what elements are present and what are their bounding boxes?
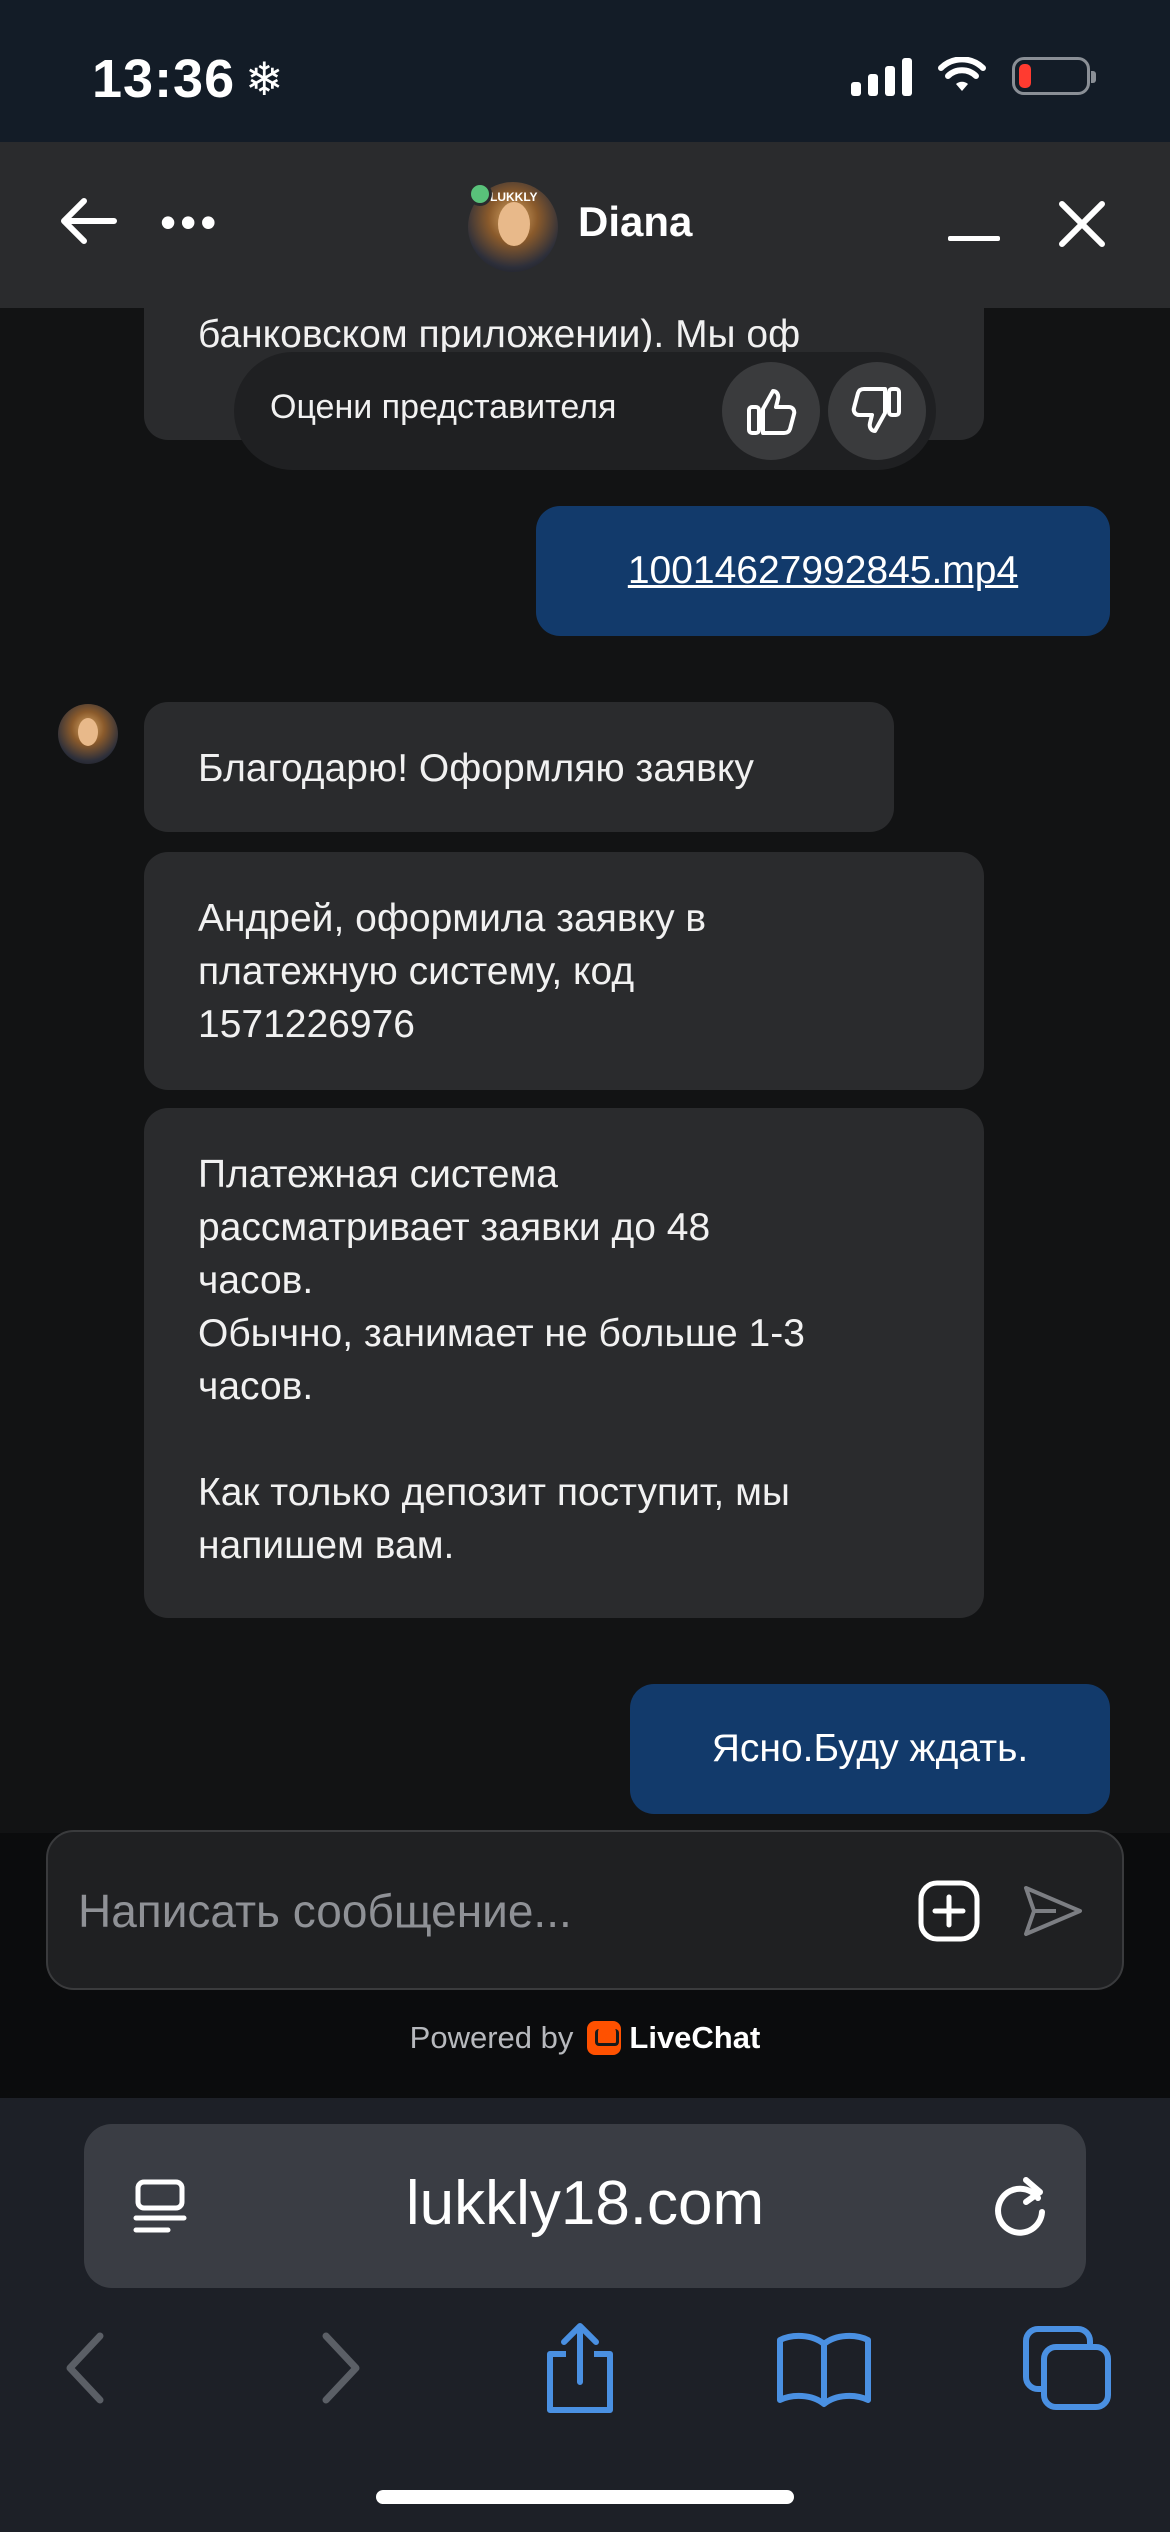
battery-icon	[1012, 57, 1096, 95]
avatar-tag: LUKKLY	[490, 190, 538, 204]
message-line: рассматривает заявки до 48	[198, 1206, 711, 1249]
file-link[interactable]: 10014627992845.mp4	[628, 549, 1018, 592]
tabs-icon	[1023, 2326, 1111, 2410]
cellular-signal-icon	[851, 56, 912, 96]
message-line: часов.	[198, 1259, 314, 1302]
message-composer	[46, 1830, 1124, 1990]
message-text: Благодарю! Оформляю заявку	[198, 747, 754, 790]
minimize-button[interactable]	[948, 236, 1000, 241]
message-line: платежную систему, код	[198, 950, 635, 993]
rating-label: Оцени представителя	[270, 388, 617, 426]
bookmarks-button[interactable]	[774, 2318, 874, 2418]
agent-name: Diana	[578, 198, 693, 245]
back-arrow-icon[interactable]	[54, 186, 124, 256]
thumbs-down-icon	[851, 387, 901, 433]
powered-by-label: Powered by	[409, 2020, 574, 2055]
agent-avatar	[58, 704, 118, 764]
agent-message: Андрей, оформила заявку в платежную сист…	[144, 852, 984, 1090]
message-line: 1571226976	[198, 1003, 415, 1046]
rate-agent-bar: Оцени представителя	[234, 352, 936, 470]
book-icon	[777, 2332, 871, 2407]
livechat-brand-name: LiveChat	[629, 2020, 761, 2055]
chat-header: ••• LUKKLY Diana	[0, 142, 1170, 308]
thumbs-down-button[interactable]	[828, 362, 926, 460]
address-bar[interactable]: lukkly18.com	[84, 2124, 1086, 2288]
powered-by-footer: Powered by LiveChat	[0, 2020, 1170, 2056]
thumbs-up-icon	[747, 389, 797, 435]
online-status-dot	[468, 182, 492, 206]
chat-messages[interactable]: банковском приложении). Мы оф 1001462799…	[0, 308, 1170, 1833]
user-message-file: 10014627992845.mp4	[536, 506, 1110, 636]
browser-toolbar: lukkly18.com	[0, 2098, 1170, 2532]
back-button[interactable]	[36, 2318, 136, 2418]
status-indicators	[851, 56, 1096, 96]
home-indicator[interactable]	[376, 2490, 794, 2504]
wifi-icon	[938, 57, 986, 91]
message-line: Обычно, занимает не больше 1-3	[198, 1312, 805, 1355]
thumbs-up-button[interactable]	[722, 362, 820, 460]
forward-button[interactable]	[290, 2318, 390, 2418]
message-input[interactable]	[78, 1876, 898, 1946]
agent-message: Платежная система рассматривает заявки д…	[144, 1108, 984, 1618]
message-line: Платежная система	[198, 1153, 558, 1196]
browser-nav-row	[0, 2318, 1170, 2438]
share-icon	[547, 2323, 613, 2413]
tabs-button[interactable]	[1018, 2318, 1118, 2418]
add-attachment-icon[interactable]	[916, 1878, 982, 1944]
chevron-left-icon	[66, 2332, 104, 2404]
message-text: Ясно.Буду ждать.	[711, 1727, 1029, 1770]
livechat-brand[interactable]: LiveChat	[587, 2020, 760, 2056]
send-icon[interactable]	[1020, 1878, 1086, 1944]
user-message: Ясно.Буду ждать.	[630, 1684, 1110, 1814]
status-bar: 13:36 ❄	[0, 0, 1170, 142]
message-line: Андрей, оформила заявку в	[198, 897, 707, 940]
more-options-icon[interactable]: •••	[160, 199, 220, 245]
reload-icon[interactable]	[986, 2172, 1054, 2240]
snowflake-icon: ❄	[245, 53, 284, 105]
status-time: 13:36	[92, 49, 236, 109]
share-button[interactable]	[530, 2318, 630, 2418]
close-icon[interactable]	[1056, 198, 1108, 250]
chevron-right-icon	[322, 2332, 360, 2404]
livechat-logo-icon	[587, 2021, 622, 2055]
url-text: lukkly18.com	[405, 2169, 765, 2238]
message-line: часов.	[198, 1365, 314, 1408]
agent-message: Благодарю! Оформляю заявку	[144, 702, 894, 832]
message-line: напишем вам.	[198, 1524, 455, 1567]
message-text: банковском приложении). Мы оф	[198, 313, 801, 356]
message-line: Как только депозит поступит, мы	[198, 1471, 790, 1514]
